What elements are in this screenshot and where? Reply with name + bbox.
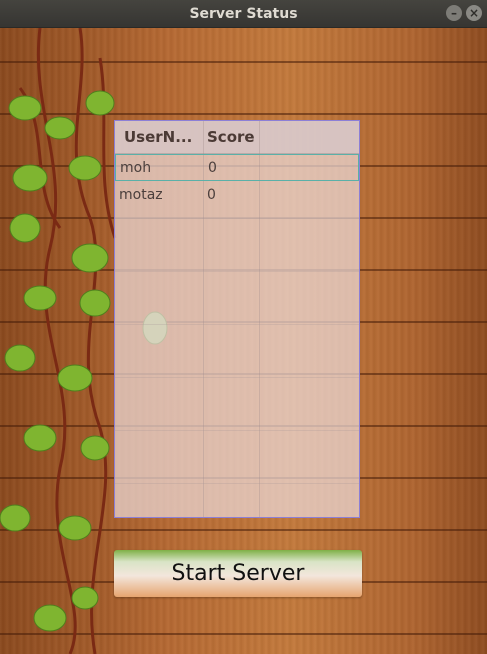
row-divider [115,430,359,431]
window-title: Server Status [189,5,298,22]
column-header-username[interactable]: UserN... [124,121,192,153]
table-row[interactable]: motaz 0 [115,182,359,209]
title-bar: Server Status – × [0,0,487,28]
row-divider [115,271,359,272]
row-divider [115,483,359,484]
table-row[interactable]: moh 0 [115,154,359,181]
column-header-score[interactable]: Score [207,121,255,153]
row-divider [115,377,359,378]
cell-username: motaz [119,187,163,203]
cell-score: 0 [208,160,217,176]
cell-username: moh [120,160,152,176]
table-header: UserN... Score [115,121,359,154]
start-server-button[interactable]: Start Server [114,550,362,597]
minimize-icon[interactable]: – [446,5,462,21]
cell-score: 0 [207,187,216,203]
row-divider [115,218,359,219]
users-table[interactable]: UserN... Score moh 0 motaz 0 [114,120,360,518]
row-divider [115,324,359,325]
close-icon[interactable]: × [466,5,482,21]
